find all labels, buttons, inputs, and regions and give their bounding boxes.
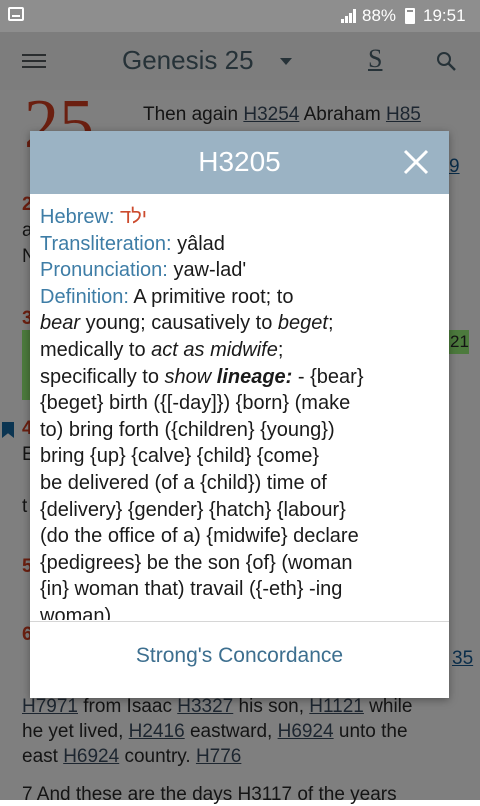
strongs-link-fragment[interactable]: 21 — [450, 332, 469, 352]
strongs-link[interactable]: H6924 — [278, 721, 334, 742]
signal-icon — [341, 9, 357, 23]
definition-line: bring {up} {calve} {child} {come} — [40, 445, 320, 468]
hebrew-word: ילד — [120, 206, 147, 228]
divider — [30, 621, 449, 622]
strongs-link[interactable]: H85 — [386, 104, 421, 125]
strongs-link-fragment[interactable]: 9 — [449, 156, 460, 178]
definition-line: woman) — [40, 604, 112, 620]
menu-icon[interactable] — [22, 54, 46, 70]
definition-row: Definition: A primitive root; to — [40, 284, 444, 311]
definition-line: specifically to show lineage: - {bear} — [40, 365, 364, 388]
strongs-toggle-button[interactable]: S — [368, 44, 382, 74]
strongs-link[interactable]: H6924 — [63, 746, 119, 767]
verse-7-line: 7 And these are the days H3117 of the ye… — [22, 784, 397, 805]
screenshot-notification-icon — [8, 7, 24, 21]
transliteration-row: Transliteration: yâlad — [40, 231, 444, 258]
strongs-concordance-button[interactable]: Strong's Concordance — [30, 644, 449, 668]
strongs-link[interactable]: H3254 — [243, 104, 299, 125]
hebrew-row: Hebrew: ילד — [40, 204, 444, 231]
dialog-header: H3205 — [30, 131, 449, 194]
highlight-marker — [22, 330, 30, 400]
verse-1-line: Then again H3254 Abraham H85 — [143, 104, 421, 125]
verse-6-line: he yet lived, H2416 eastward, H6924 unto… — [22, 721, 408, 742]
pronunciation-label: Pronunciation: — [40, 259, 168, 282]
definition-line: {delivery} {gender} {hatch} {labour} — [40, 498, 346, 521]
battery-icon — [405, 8, 415, 24]
definition-line: {beget} birth ({[-day]}) {born} (make — [40, 392, 351, 415]
status-bar: 88% 19:51 — [0, 0, 480, 32]
definition-line: (do the office of a) {midwife} declare — [40, 525, 359, 548]
hebrew-label: Hebrew: — [40, 206, 115, 228]
transliteration-label: Transliteration: — [40, 232, 172, 255]
definition-line: medically to act as midwife; — [40, 338, 284, 361]
definition-line: {in} woman that) travail ({-eth} -ing — [40, 578, 343, 601]
definition-line: bear young; causatively to beget; — [40, 312, 334, 335]
clock: 19:51 — [423, 6, 466, 25]
app-bar: Genesis 25 S — [0, 32, 480, 90]
strongs-definition-dialog: H3205 Hebrew: ילד Transliteration: yâlad… — [30, 131, 449, 698]
dialog-title: H3205 — [198, 146, 281, 177]
transliteration-value: yâlad — [177, 232, 225, 255]
pronunciation-row: Pronunciation: yaw-lad' — [40, 257, 444, 284]
pronunciation-value: yaw-lad' — [173, 259, 247, 282]
strongs-link-fragment[interactable]: 35 — [452, 648, 473, 670]
battery-percent: 88% — [362, 6, 397, 25]
definition-label: Definition: — [40, 285, 129, 308]
definition-line: to) bring forth ({children} {young}) — [40, 418, 335, 441]
verse-6-line: H7971 from Isaac H3327 his son, H1121 wh… — [22, 696, 413, 717]
bookmark-icon[interactable] — [2, 422, 14, 438]
strongs-link[interactable]: H776 — [196, 746, 241, 767]
close-icon[interactable] — [403, 149, 429, 175]
strongs-link[interactable]: H7971 — [22, 696, 78, 717]
strongs-link[interactable]: H2416 — [129, 721, 185, 742]
definition-line: A primitive root; to — [128, 285, 294, 308]
strongs-link[interactable]: H1121 — [309, 696, 364, 717]
strongs-link[interactable]: H3327 — [177, 696, 233, 717]
text-fragment: t — [22, 496, 28, 517]
verse-6-line: east H6924 country. H776 — [22, 746, 242, 767]
definition-line: be delivered (of a {child}) time of — [40, 471, 327, 494]
definition-line: {pedigrees} be the son {of} (woman — [40, 551, 353, 574]
chevron-down-icon[interactable] — [280, 58, 292, 65]
definition-body[interactable]: Hebrew: ילד Transliteration: yâlad Pronu… — [40, 204, 444, 620]
search-icon[interactable] — [436, 51, 456, 71]
chapter-selector[interactable]: Genesis 25 — [122, 45, 254, 76]
